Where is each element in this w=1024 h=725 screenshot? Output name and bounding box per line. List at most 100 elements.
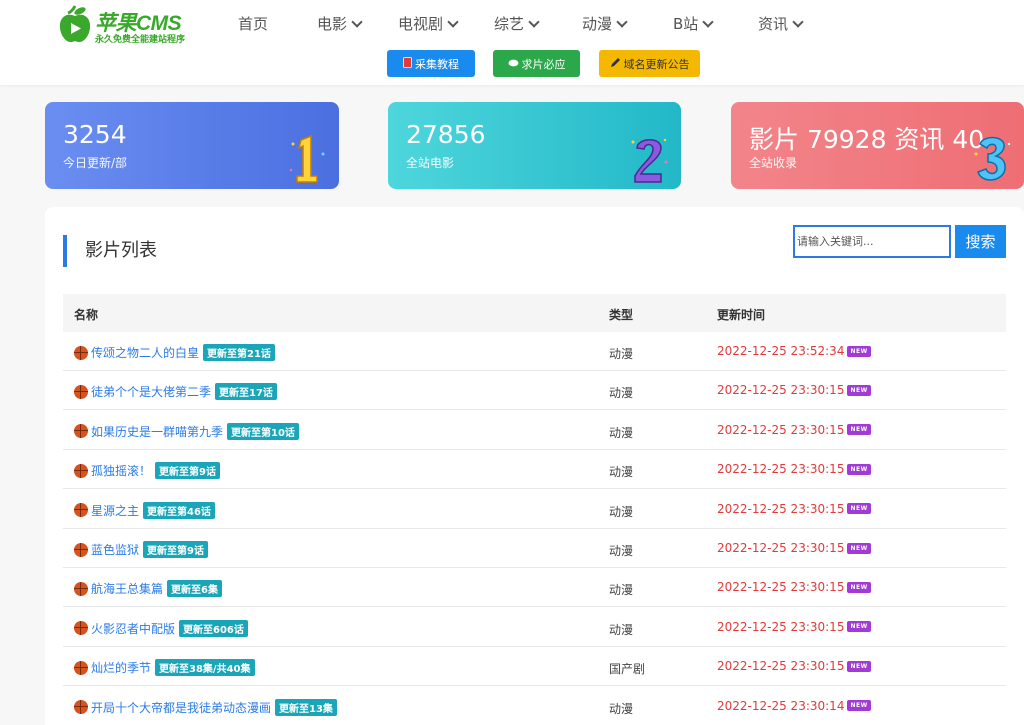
row-time-cell: 2022-12-25 23:30:15 NEW	[717, 541, 871, 555]
update-time: 2022-12-25 23:30:15	[717, 422, 845, 437]
movie-title-link[interactable]: 火影忍者中配版	[91, 620, 175, 637]
nav-label: 首页	[238, 15, 269, 33]
chevron-down-icon	[702, 16, 714, 28]
row-name-cell: 如果历史是一群喵第九季 更新至第10话	[74, 422, 299, 440]
basketball-icon	[74, 384, 88, 399]
update-time: 2022-12-25 23:30:15	[717, 383, 845, 398]
basketball-icon	[74, 345, 88, 360]
row-time-cell: 2022-12-25 23:30:15 NEW	[717, 580, 871, 594]
row-type: 动漫	[609, 622, 634, 637]
new-badge: NEW	[847, 345, 871, 357]
row-time-cell: 2022-12-25 23:30:15 NEW	[717, 659, 871, 673]
domain-notice-button[interactable]: 域名更新公告	[599, 50, 700, 77]
row-type: 动漫	[609, 544, 634, 558]
brand-subtitle: 永久免费全能建站程序	[95, 35, 186, 45]
basketball-icon	[74, 621, 88, 636]
row-time-cell: 2022-12-25 23:30:15 NEW	[717, 620, 871, 634]
basketball-icon	[74, 424, 88, 439]
nav-label: 动漫	[582, 15, 613, 33]
episode-tag: 更新至第9话	[155, 462, 220, 480]
row-type: 动漫	[609, 347, 634, 361]
nav-label: B站	[673, 15, 699, 33]
stat-label: 今日更新/部	[63, 156, 128, 170]
movie-title-link[interactable]: 徒弟个个是大佬第二季	[91, 383, 211, 400]
search-input[interactable]	[793, 225, 951, 258]
stat-card-total: 影片 79928 资讯 40 全站收录	[731, 102, 1024, 189]
movie-title-link[interactable]: 传颂之物二人的白皇	[91, 344, 199, 361]
table-row: 蓝色监狱 更新至第9话 动漫 2022-12-25 23:30:15 NEW	[63, 529, 1006, 568]
row-time-cell: 2022-12-25 23:30:15 NEW	[717, 502, 871, 516]
button-label: 采集教程	[415, 57, 459, 71]
update-time: 2022-12-25 23:30:15	[717, 541, 845, 555]
episode-tag: 更新至38集/共40集	[155, 659, 255, 677]
movie-title-link[interactable]: 如果历史是一群喵第九季	[91, 423, 223, 440]
nav-bilibili[interactable]: B站	[673, 13, 714, 34]
episode-tag: 更新至第9话	[143, 541, 208, 558]
stat-value: 3254	[63, 120, 127, 149]
column-name: 名称	[74, 308, 99, 322]
table-row: 徒弟个个是大佬第二季 更新至17话 动漫 2022-12-25 23:30:15 NEW	[63, 371, 1006, 411]
row-type: 动漫	[609, 386, 634, 401]
movie-title-link[interactable]: 孤独摇滚！	[91, 462, 151, 479]
nav-label: 电视剧	[398, 15, 444, 33]
row-type: 国产剧	[609, 662, 646, 677]
tutorial-button[interactable]: 采集教程	[387, 50, 475, 77]
table-row: 传颂之物二人的白皇 更新至第21话 动漫 2022-12-25 23:52:34 NEW	[63, 332, 1006, 371]
update-time: 2022-12-25 23:52:34	[717, 344, 845, 358]
nav-label: 电影	[317, 15, 348, 33]
row-name-cell: 灿烂的季节 更新至38集/共40集	[74, 659, 255, 677]
row-type: 动漫	[609, 425, 634, 440]
table-row: 灿烂的季节 更新至38集/共40集 国产剧 2022-12-25 23:30:15 NE…	[63, 647, 1006, 687]
panel-title: 影片列表	[63, 235, 157, 267]
site-logo[interactable]: 苹果CMS 永久免费全能建站程序	[58, 4, 198, 46]
chevron-down-icon	[351, 16, 363, 28]
basketball-icon	[74, 581, 88, 596]
movie-title-link[interactable]: 蓝色监狱	[91, 541, 139, 558]
row-type: 动漫	[609, 504, 634, 519]
episode-tag: 更新至17话	[215, 383, 277, 401]
movie-title-link[interactable]: 开局十个大帝都是我徒弟动态漫画	[91, 699, 271, 716]
row-type: 动漫	[609, 701, 634, 716]
row-name-cell: 孤独摇滚！ 更新至第9话	[74, 462, 220, 480]
table-row: 孤独摇滚！ 更新至第9话 动漫 2022-12-25 23:30:15 NEW	[63, 450, 1006, 490]
row-time-cell: 2022-12-25 23:30:14 NEW	[717, 699, 871, 713]
movie-title-link[interactable]: 星源之主	[91, 502, 139, 519]
row-type: 动漫	[609, 465, 634, 480]
episode-tag: 更新至第21话	[203, 344, 275, 361]
new-badge: NEW	[847, 503, 871, 515]
book-icon	[403, 56, 412, 71]
basketball-icon	[74, 503, 88, 518]
stat-value: 影片 79928 资讯 40	[749, 125, 985, 154]
episode-tag: 更新至第10话	[227, 422, 299, 440]
movie-title-link[interactable]: 航海王总集篇	[91, 580, 163, 597]
update-time: 2022-12-25 23:30:14	[717, 698, 845, 713]
nav-label: 综艺	[494, 15, 525, 33]
search-button[interactable]: 搜索	[955, 225, 1006, 258]
chevron-down-icon	[792, 16, 804, 28]
chevron-down-icon	[447, 16, 459, 28]
basketball-icon	[74, 463, 88, 478]
chevron-down-icon	[528, 16, 540, 28]
nav-tv[interactable]: 电视剧	[398, 13, 459, 34]
nav-variety[interactable]: 综艺	[494, 13, 540, 34]
episode-tag: 更新至第46话	[143, 501, 215, 519]
column-time: 更新时间	[717, 308, 766, 322]
movie-title-link[interactable]: 灿烂的季节	[91, 659, 151, 676]
nav-movie[interactable]: 电影	[317, 13, 363, 34]
new-badge: NEW	[847, 384, 871, 396]
table-row: 星源之主 更新至第46话 动漫 2022-12-25 23:30:15 NEW	[63, 490, 1006, 529]
stat-value: 27856	[406, 120, 486, 149]
row-name-cell: 开局十个大帝都是我徒弟动态漫画 更新至13集	[74, 698, 337, 716]
row-name-cell: 航海王总集篇 更新至6集	[74, 580, 222, 598]
nav-anime[interactable]: 动漫	[582, 13, 628, 34]
nav-news[interactable]: 资讯	[758, 13, 804, 34]
update-time: 2022-12-25 23:30:15	[717, 659, 845, 674]
episode-tag: 更新至606话	[179, 619, 248, 637]
nav-home[interactable]: 首页	[238, 13, 268, 34]
episode-tag: 更新至13集	[275, 698, 337, 716]
request-button[interactable]: 求片必应	[493, 50, 580, 77]
chat-icon	[508, 57, 519, 70]
update-time: 2022-12-25 23:30:15	[717, 462, 845, 477]
movie-list-panel: 影片列表 搜索 名称 类型 更新时间 传颂之物二人的白皇更新至第21话动漫202…	[45, 207, 1024, 725]
number-three-icon	[974, 136, 1011, 181]
